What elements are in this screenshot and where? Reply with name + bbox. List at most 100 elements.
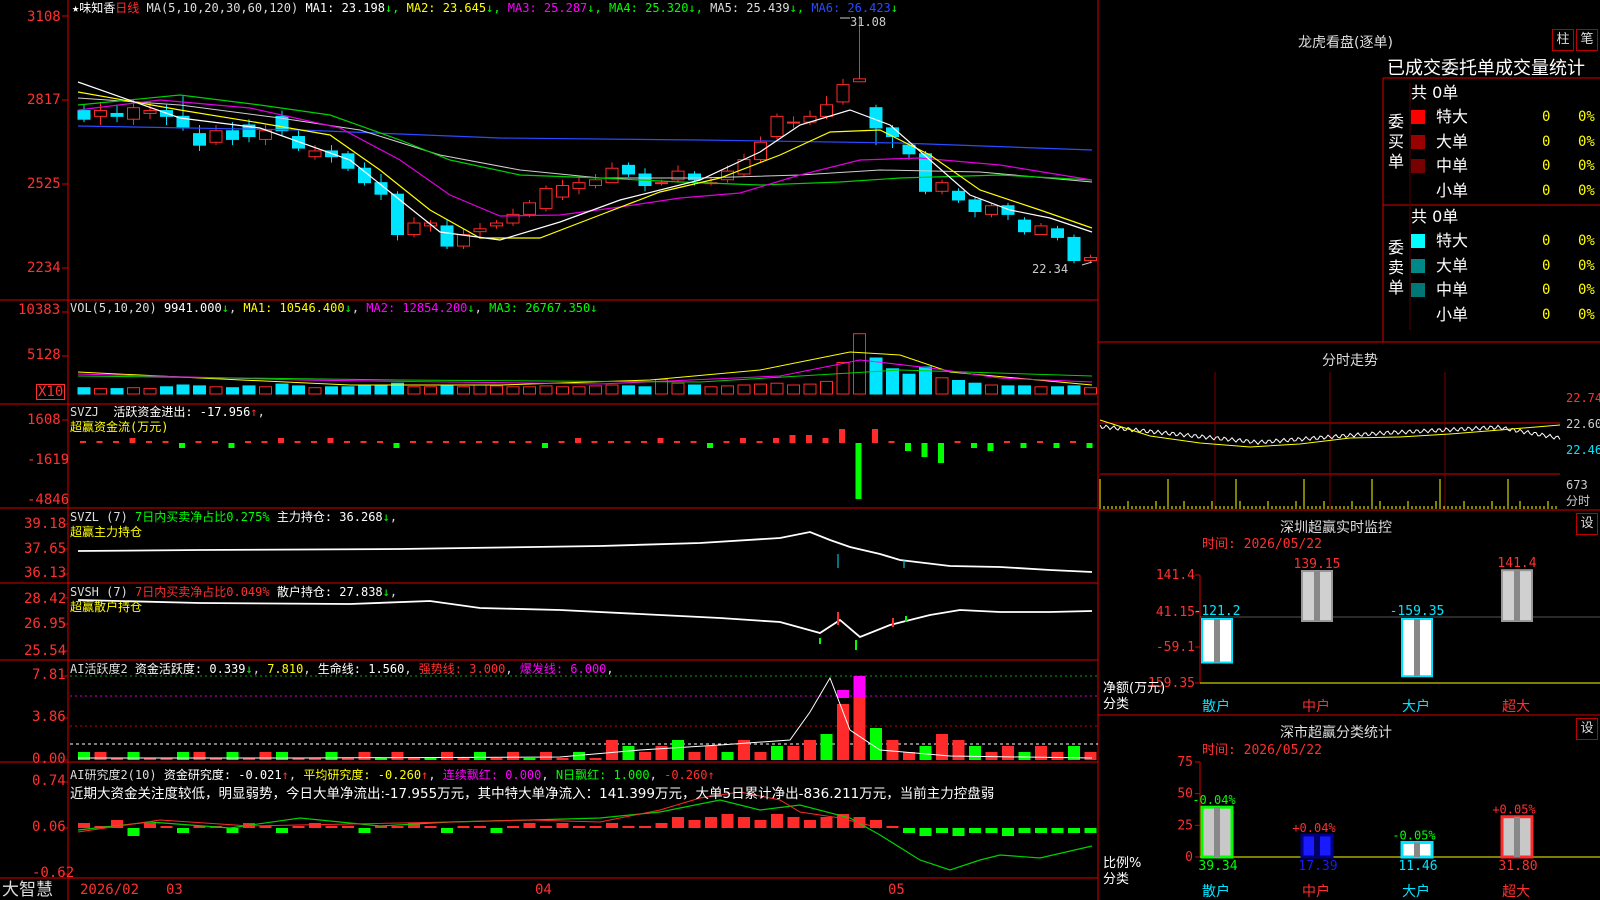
volume-bar [94, 388, 107, 395]
fund-flow-bar [245, 441, 251, 443]
buy-row-pct: 0% [1578, 133, 1595, 150]
research-bar [721, 814, 734, 828]
ma-value-5: MA5: 25.439 [710, 1, 790, 15]
brand-logo: 大智慧 [2, 880, 53, 900]
volume-bar [506, 386, 520, 395]
sell-row-pct: 0% [1578, 306, 1595, 323]
research-bar [804, 820, 816, 828]
classify-y-label: 25 [1177, 818, 1193, 833]
volume-bar [110, 388, 124, 395]
fund-flow-bar [410, 441, 416, 443]
stock-chart-canvas[interactable]: 141.4 41.15 -59.1 -159.35 -121.2 散户 139.15 中户 -1… [0, 0, 1600, 900]
buy-row-count: 0 [1542, 182, 1551, 199]
candle-body [440, 225, 454, 247]
classify-axis-label2: 分类 [1103, 872, 1130, 887]
period-label[interactable]: 日线 [115, 1, 139, 15]
activity-bar [408, 758, 420, 760]
fund-flow-bar [954, 441, 961, 443]
y-tick: 25.54 [24, 643, 67, 659]
activity-bar [540, 752, 552, 760]
volume-bar [358, 384, 371, 395]
main-header: ★味知香日线 MA(5,10,20,30,60,120) MA1: 23.198… [72, 1, 899, 15]
dragon-panel-title: 龙虎看盘(逐单) [1298, 35, 1393, 51]
svsh-subtitle: 超赢散户持仓 [70, 600, 143, 614]
sell-row-name: 特大 [1436, 231, 1469, 250]
classify-axis-label: 比例% [1103, 856, 1142, 871]
svzj-header: SVZJ 活跃资金进出: -17.956↑, [70, 405, 265, 419]
research-bar [441, 828, 453, 833]
vol-ma3: MA3: 26767.350 [489, 301, 591, 315]
sell-row-name: 大单 [1436, 255, 1469, 275]
research-bar [556, 823, 569, 828]
classify-change-label: +0.04% [1292, 821, 1336, 835]
ma-value-2: MA2: 23.645 [406, 1, 487, 15]
research-bar [771, 814, 783, 828]
tick-mode-button[interactable]: 笔 [1576, 29, 1598, 51]
monitor-axis-label2: 分类 [1103, 697, 1130, 712]
activity-bar [457, 758, 470, 760]
classify-settings-button[interactable]: 设 [1576, 718, 1598, 740]
svzl-name: SVZL (7) [70, 510, 128, 524]
candle-body [655, 182, 668, 185]
stock-name: 味知香 [79, 1, 116, 15]
fund-flow-bar [80, 441, 86, 443]
research-bar [160, 826, 173, 828]
activity-bar [507, 752, 519, 760]
research-bar [523, 823, 536, 828]
y-tick: 36.13 [24, 565, 67, 581]
volume-bar [985, 384, 998, 395]
volume-bar [935, 377, 949, 395]
fund-flow-bar [212, 441, 218, 443]
activity-bar [672, 740, 684, 760]
volume-bar [886, 368, 899, 395]
activity-bar [1084, 752, 1097, 760]
candle-body [622, 164, 635, 175]
activity-bar [523, 758, 536, 760]
volume-bar [259, 386, 272, 395]
fund-flow-bar [987, 443, 994, 451]
candle-body [391, 193, 404, 236]
sell-row-name: 中单 [1436, 280, 1469, 299]
fund-flow-bar [113, 441, 119, 443]
fund-flow-bar [657, 438, 664, 443]
svzl-header: SVZL (7) 7日内买卖净占比0.275% 主力持仓: 36.268↓, [70, 510, 398, 524]
candle-body [688, 173, 701, 181]
activity-bar [886, 740, 899, 760]
fund-flow-bar [525, 441, 532, 443]
high-price-label: 31.08 [850, 15, 887, 29]
sell-row-count: 0 [1542, 306, 1551, 323]
bar-mode-button[interactable]: 柱 [1552, 29, 1574, 51]
buy-row-pct: 0% [1578, 109, 1595, 125]
monitor-category-label: 超大 [1502, 699, 1530, 715]
candle-body [985, 205, 998, 215]
y-tick: 5128 [27, 347, 61, 363]
fund-flow-bar [1053, 443, 1060, 448]
activity-bar [226, 752, 239, 760]
buy-row-count: 0 [1542, 109, 1551, 125]
vol-value: 9941.000 [163, 301, 222, 315]
buy-row-name: 小单 [1436, 180, 1469, 200]
candle-body [770, 115, 784, 138]
volume-bar [193, 385, 206, 395]
monitor-title: 深圳超赢实时监控 [1280, 520, 1392, 536]
activity-bar [639, 752, 651, 760]
candle-body [1084, 257, 1097, 262]
fund-flow-bar [459, 441, 466, 443]
activity-bar [375, 758, 387, 760]
svzl-ratio: 7日内买卖净占比0.275% [135, 510, 270, 524]
ma-value-6: MA6: 26.423 [811, 1, 891, 15]
monitor-settings-button[interactable]: 设 [1576, 513, 1598, 535]
activity-bar [622, 746, 635, 760]
candle-body [968, 199, 982, 212]
volume-bar [754, 383, 767, 395]
monitor-bar-highlight [1214, 619, 1220, 663]
volume-bar [292, 385, 305, 395]
research-bar [474, 826, 486, 828]
research-bar [688, 820, 701, 828]
fund-flow-bar [443, 441, 449, 443]
classify-bar-highlight [1314, 834, 1320, 857]
activity-bar [1035, 746, 1047, 760]
fund-flow-bar [509, 441, 515, 443]
volume-bar [853, 333, 866, 395]
svzj-name: SVZJ [70, 405, 99, 419]
